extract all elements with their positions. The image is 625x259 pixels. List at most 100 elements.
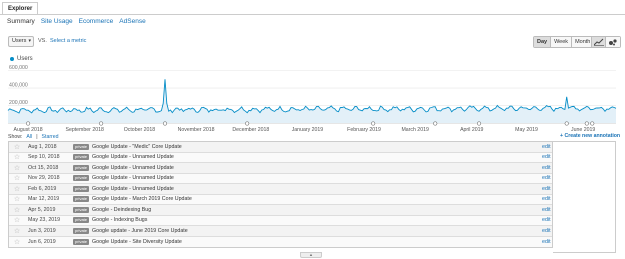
create-annotation-link[interactable]: + Create new annotation [560, 133, 620, 139]
annotation-row: ☆ Jun 3, 2019 private Google update - June … [9, 226, 552, 237]
annotation-date: Jun 3, 2019 [28, 227, 56, 234]
annotations-filter-bar: Show: All | Starred [8, 133, 616, 141]
annotation-marker[interactable] [26, 121, 31, 126]
annotation-text: Google - Deindexing Bug [92, 206, 152, 213]
y-tick-label: 600,000 [9, 65, 28, 71]
annotation-edit-link[interactable]: edit [542, 144, 551, 150]
period-day-button[interactable]: Day [534, 37, 552, 47]
star-icon[interactable]: ☆ [12, 206, 22, 214]
annotation-date: Sep 10, 2018 [28, 154, 60, 161]
annotation-edit-link[interactable]: edit [542, 239, 551, 245]
annotation-date: Aug 1, 2018 [28, 143, 57, 150]
annotation-row: ☆ Mar 12, 2019 private Google Update - Marc… [9, 194, 552, 205]
annotation-marker[interactable] [433, 121, 438, 126]
annotation-date: Nov 29, 2018 [28, 175, 60, 182]
annotation-edit-link[interactable]: edit [542, 175, 551, 181]
annotation-marker[interactable] [590, 121, 595, 126]
annotation-row: ☆ May 23, 2019 private Google - Indexing Bu… [9, 215, 552, 226]
annotation-text: Google update - June 2019 Core Update [92, 227, 188, 234]
chevron-down-icon: ▾ [28, 38, 31, 44]
annotation-row: ☆ Apr 5, 2019 private Google - Deindexing B… [9, 205, 552, 216]
period-week-button[interactable]: Week [551, 37, 573, 47]
collapse-arrow-icon[interactable]: ▲ [300, 252, 322, 258]
annotation-edit-link[interactable]: edit [542, 217, 551, 223]
annotation-text: Google Update - "Medic" Core Update [92, 143, 182, 150]
users-chart[interactable]: August 2018 September 2018 October 2018 Nov… [0, 62, 625, 134]
annotation-side-pane [553, 141, 616, 253]
star-icon[interactable]: ☆ [12, 174, 22, 182]
private-badge: private [73, 196, 90, 203]
annotation-date: Apr 5, 2019 [28, 206, 56, 213]
users-area [8, 79, 616, 123]
annotation-marker[interactable] [477, 121, 482, 126]
show-label: Show: [8, 134, 23, 140]
annotation-marker[interactable] [245, 121, 250, 126]
annotation-text: Google Update - Unnamed Update [92, 185, 174, 192]
annotation-marker[interactable] [584, 121, 589, 126]
users-line [7, 79, 617, 114]
annotation-row: ☆ Nov 29, 2018 private Google Update - Unna… [9, 173, 552, 184]
star-icon[interactable]: ☆ [12, 185, 22, 193]
annotations-table: ☆ Aug 1, 2018 private Google Update - "Medi… [8, 141, 553, 248]
annotation-date: Feb 6, 2019 [28, 185, 57, 192]
annotation-date: Oct 15, 2018 [28, 164, 59, 171]
metric-select-value: Users [12, 38, 27, 44]
annotation-row: ☆ Jun 6, 2019 private Google Update - Site … [9, 236, 552, 247]
y-tick-label: 200,000 [9, 100, 28, 106]
private-badge: private [73, 143, 90, 150]
annotation-text: Google - Indexing Bugs [92, 217, 148, 224]
annotation-text: Google Update - Unnamed Update [92, 175, 174, 182]
subtab-adsense[interactable]: AdSense [119, 18, 145, 25]
annotation-text: Google Update - Unnamed Update [92, 164, 174, 171]
annotation-row: ☆ Oct 15, 2018 private Google Update - Unna… [9, 163, 552, 174]
annotation-edit-link[interactable]: edit [542, 165, 551, 171]
star-icon[interactable]: ☆ [12, 143, 22, 151]
star-icon[interactable]: ☆ [12, 238, 22, 246]
period-toggle: Day Week Month [533, 36, 595, 48]
annotation-edit-link[interactable]: edit [542, 186, 551, 192]
select-metric-link[interactable]: Select a metric [50, 38, 86, 44]
vs-label: VS. [38, 38, 47, 44]
annotation-edit-link[interactable]: edit [542, 228, 551, 234]
star-icon[interactable]: ☆ [12, 195, 22, 203]
filter-starred-link[interactable]: Starred [42, 134, 59, 140]
filter-all-link[interactable]: All [26, 134, 32, 140]
private-badge: private [73, 238, 90, 245]
y-tick-label: 400,000 [9, 83, 28, 89]
annotation-marker[interactable] [564, 121, 569, 126]
metric-select[interactable]: Users ▾ [8, 36, 34, 47]
annotation-edit-link[interactable]: edit [542, 207, 551, 213]
subtab-site-usage[interactable]: Site Usage [41, 18, 73, 25]
annotation-edit-link[interactable]: edit [542, 154, 551, 160]
tab-divider [0, 14, 625, 15]
annotation-row: ☆ Feb 6, 2019 private Google Update - Unnam… [9, 184, 552, 195]
annotation-marker[interactable] [371, 121, 376, 126]
motion-chart-icon[interactable] [606, 37, 620, 47]
annotation-date: May 23, 2019 [28, 217, 61, 224]
line-chart-icon[interactable] [592, 37, 606, 47]
star-icon[interactable]: ☆ [12, 153, 22, 161]
private-badge: private [73, 154, 90, 161]
annotation-row: ☆ Sep 10, 2018 private Google Update - Unna… [9, 152, 552, 163]
star-icon[interactable]: ☆ [12, 227, 22, 235]
chart-type-toggle [591, 36, 621, 48]
annotation-date: Mar 12, 2019 [28, 196, 60, 203]
annotation-text: Google Update - Site Diversity Update [92, 238, 182, 245]
private-badge: private [73, 206, 90, 213]
subtab-ecommerce[interactable]: Ecommerce [79, 18, 114, 25]
star-icon[interactable]: ☆ [12, 216, 22, 224]
private-badge: private [73, 227, 90, 234]
annotation-text: Google Update - Unnamed Update [92, 154, 174, 161]
private-badge: private [73, 175, 90, 182]
subtabs: Summary Site Usage Ecommerce AdSense [7, 18, 146, 25]
subtab-summary[interactable]: Summary [7, 18, 35, 25]
star-icon[interactable]: ☆ [12, 164, 22, 172]
annotation-marker[interactable] [162, 121, 168, 126]
filter-separator: | [36, 134, 38, 140]
private-badge: private [73, 164, 90, 171]
legend-dot-icon [10, 57, 14, 61]
annotation-marker[interactable] [99, 121, 104, 126]
private-badge: private [73, 185, 90, 192]
annotation-row: ☆ Aug 1, 2018 private Google Update - "Medi… [9, 142, 552, 153]
annotation-edit-link[interactable]: edit [542, 196, 551, 202]
